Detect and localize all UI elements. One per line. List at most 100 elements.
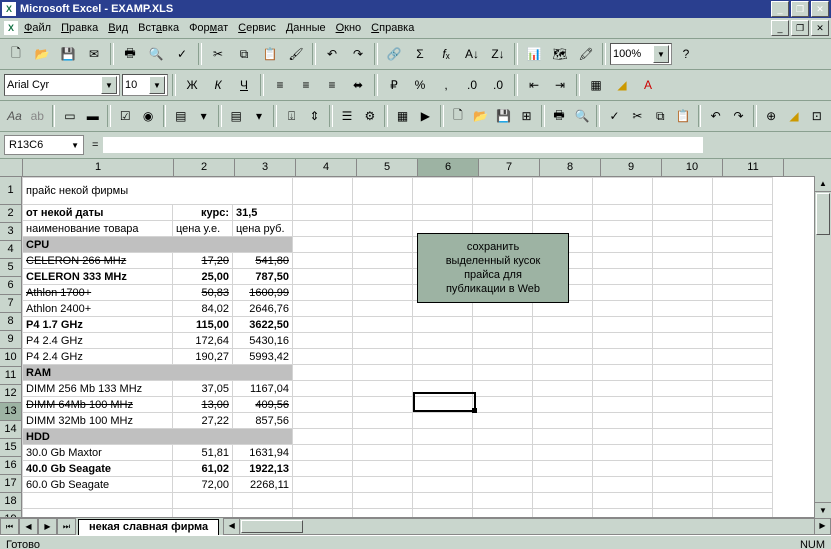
cell-r9c4[interactable] [293,317,353,333]
worksheet-grid[interactable]: 1234567891011 12345678910111213141516171… [0,159,831,535]
align-left-button[interactable]: ≡ [268,73,292,97]
groupbox-button[interactable]: ▭ [59,104,80,128]
cell-r19c4[interactable] [293,477,353,493]
font-name-combo[interactable]: Arial Cyr▼ [4,74,120,96]
cell-r15c6[interactable] [413,413,473,429]
zoom-combo[interactable]: 100%▼ [610,43,672,65]
row-header-15[interactable]: 15 [0,439,22,457]
help-button[interactable]: ? [674,42,698,66]
redo-button[interactable]: ↷ [346,42,370,66]
cell-r19c6[interactable] [413,477,473,493]
row-header-18[interactable]: 18 [0,493,22,511]
menu-data[interactable]: Данные [286,22,326,34]
cell-r9c1[interactable]: P4 1.7 GHz [23,317,173,333]
cell-r12c7[interactable] [593,365,653,381]
callout-note[interactable]: сохранитьвыделенный кусокпрайса дляпубли… [417,233,569,303]
decrease-indent-button[interactable]: ⇤ [522,73,546,97]
print-preview-button[interactable]: 🔍 [144,42,168,66]
cell-r11c11[interactable] [713,349,773,365]
cell-r18c8[interactable] [533,461,593,477]
row-header-12[interactable]: 12 [0,385,22,403]
cell-r4c7[interactable] [593,237,653,253]
cell-r17c11[interactable] [713,445,773,461]
cell-r14c5[interactable] [353,397,413,413]
cell-r16c9[interactable] [713,429,773,445]
cell-r11c7[interactable] [473,349,533,365]
cell-r17c4[interactable] [293,445,353,461]
cell-r6c5[interactable] [353,269,413,285]
cell-r5c1[interactable]: CELERON 266 MHz [23,253,173,269]
cell-r18c9[interactable] [593,461,653,477]
cell-r21c7[interactable] [473,509,533,518]
menu-view[interactable]: Вид [108,22,128,34]
row-header-7[interactable]: 7 [0,295,22,313]
tb-open[interactable]: 📂 [470,104,491,128]
cell-r21c4[interactable] [293,509,353,518]
spinner-button[interactable]: ⇕ [304,104,325,128]
tab-next-button[interactable]: ▶ [38,518,57,535]
cell-r3c10[interactable] [653,221,713,237]
cell-r3c3[interactable]: цена руб. [233,221,293,237]
row-header-13[interactable]: 13 [0,403,22,421]
cell-r16c6[interactable] [533,429,593,445]
close-button[interactable]: ✕ [811,1,829,17]
sheet-tab[interactable]: некая славная фирма [78,519,219,535]
cell-r13c8[interactable] [533,381,593,397]
print-button[interactable]: 🖶 [118,42,142,66]
tb-spell[interactable]: ✓ [604,104,625,128]
cell-r16c7[interactable] [593,429,653,445]
cell-r19c1[interactable]: 60.0 Gb Seagate [23,477,173,493]
cell-r17c1[interactable]: 30.0 Gb Maxtor [23,445,173,461]
tb-undo[interactable]: ↶ [705,104,726,128]
cell-r12c9[interactable] [713,365,773,381]
cell-r2c8[interactable] [533,205,593,221]
cell-r12c4[interactable] [413,365,473,381]
tb-paste[interactable]: 📋 [673,104,694,128]
cell-r12c5[interactable] [473,365,533,381]
cell-r6c4[interactable] [293,269,353,285]
cell-r20c5[interactable] [353,493,413,509]
cell-r18c11[interactable] [713,461,773,477]
cell-r17c6[interactable] [413,445,473,461]
sort-asc-button[interactable]: A↓ [460,42,484,66]
cell-r10c10[interactable] [653,333,713,349]
cell-r19c7[interactable] [473,477,533,493]
cell-r10c7[interactable] [473,333,533,349]
cell-r7c9[interactable] [593,285,653,301]
menu-file[interactable]: Файл [24,22,51,34]
increase-indent-button[interactable]: ⇥ [548,73,572,97]
cell-r19c5[interactable] [353,477,413,493]
cell-r18c10[interactable] [653,461,713,477]
cell-r1c2[interactable] [293,178,353,205]
cell-r20c10[interactable] [653,493,713,509]
cell-r10c3[interactable]: 5430,16 [233,333,293,349]
cell-r11c6[interactable] [413,349,473,365]
row-header-10[interactable]: 10 [0,349,22,367]
cell-r12c6[interactable] [533,365,593,381]
cell-r5c5[interactable] [353,253,413,269]
cell-r10c2[interactable]: 172,64 [173,333,233,349]
cell-r17c5[interactable] [353,445,413,461]
code-button[interactable]: ⚙ [359,104,380,128]
tb-save[interactable]: 💾 [493,104,514,128]
row-header-1[interactable]: 1 [0,177,22,205]
cell-r20c2[interactable] [173,493,233,509]
cell-r7c2[interactable]: 50,83 [173,285,233,301]
cell-r4c8[interactable] [653,237,713,253]
align-right-button[interactable]: ≡ [320,73,344,97]
cell-r14c7[interactable] [473,397,533,413]
cell-r18c5[interactable] [353,461,413,477]
row-header-8[interactable]: 8 [0,313,22,331]
cell-r13c2[interactable]: 37,05 [173,381,233,397]
cell-r2c1[interactable]: от некой даты [23,205,173,221]
cell-r19c9[interactable] [593,477,653,493]
col-header-7[interactable]: 7 [479,159,540,176]
percent-button[interactable]: % [408,73,432,97]
cell-r16c3[interactable] [353,429,413,445]
function-button[interactable]: fₓ [434,42,458,66]
doc-minimize-button[interactable]: _ [771,20,789,36]
cut-button[interactable]: ✂ [206,42,230,66]
increase-decimal-button[interactable]: .0 [460,73,484,97]
cell-r13c11[interactable] [713,381,773,397]
cell-r16c8[interactable] [653,429,713,445]
